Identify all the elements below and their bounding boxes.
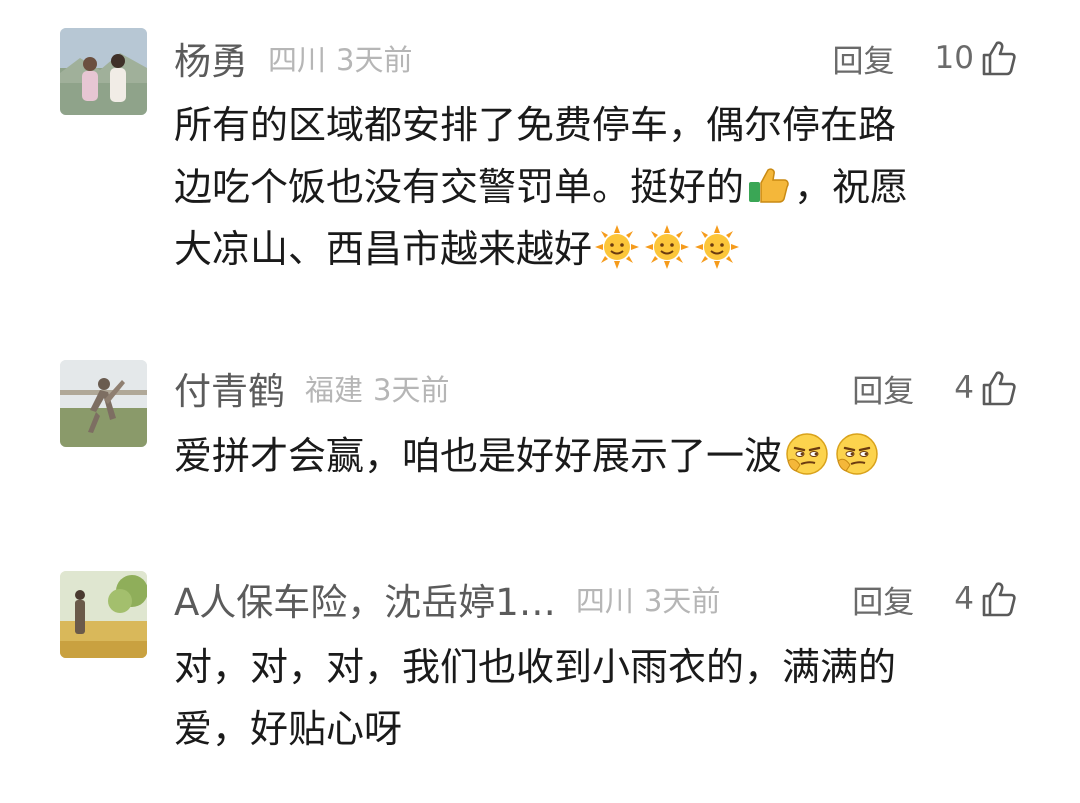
comment-item: A人保车险，沈岳婷1… 四川 3天前 回复 4 对，对，对，我们也收到小雨衣的，… <box>0 545 1080 803</box>
timestamp: 3天前 <box>373 373 450 407</box>
avatar[interactable] <box>60 571 147 658</box>
comment-text: 对，对，对，我们也收到小雨衣的，满满的 爱，好贴心呀 <box>174 636 1010 760</box>
reply-button[interactable]: 回复 <box>833 36 895 81</box>
comment-text-line: 边吃个饭也没有交警罚单。挺好的 ，祝愿 <box>174 156 1010 218</box>
reply-button[interactable]: 回复 <box>852 577 914 622</box>
location-label: 四川 <box>575 584 634 618</box>
comment-item: 杨勇 四川 3天前 回复 10 所有的区域都安排了免费停车，偶尔停在路 边吃个饭… <box>0 0 1080 300</box>
sun-emoji <box>644 224 690 270</box>
username[interactable]: A人保车险，沈岳婷1… <box>174 572 556 626</box>
comment-text-line: 爱，好贴心呀 <box>174 707 403 751</box>
smirk-face-emoji <box>834 431 880 477</box>
comment-text: 爱拼才会赢，咱也是好好展示了一波 <box>174 425 1010 487</box>
comment-meta: 杨勇 四川 3天前 回复 10 <box>174 33 1018 83</box>
sun-emoji <box>694 224 740 270</box>
comment-text-line: 对，对，对，我们也收到小雨衣的，满满的 <box>174 645 897 689</box>
avatar-image <box>60 571 147 658</box>
like-count: 4 <box>954 581 974 617</box>
like-count: 4 <box>954 370 974 406</box>
comment-meta: A人保车险，沈岳婷1… 四川 3天前 回复 4 <box>174 574 1018 624</box>
sun-emoji <box>594 224 640 270</box>
avatar-image <box>60 360 147 447</box>
comment-text: 所有的区域都安排了免费停车，偶尔停在路 边吃个饭也没有交警罚单。挺好的 ，祝愿 大… <box>174 94 1010 280</box>
timestamp: 3天前 <box>336 43 413 77</box>
thumbs-up-outline-icon[interactable] <box>978 368 1018 408</box>
username[interactable]: 杨勇 <box>174 31 248 85</box>
thumbs-up-emoji <box>746 162 792 208</box>
avatar[interactable] <box>60 28 147 115</box>
like-count: 10 <box>934 40 974 76</box>
thumbs-up-outline-icon[interactable] <box>978 38 1018 78</box>
comment-text-line: 爱拼才会赢，咱也是好好展示了一波 <box>174 425 1010 487</box>
comment-text-line: 所有的区域都安排了免费停车，偶尔停在路 <box>174 103 897 147</box>
username[interactable]: 付青鹤 <box>174 361 285 415</box>
avatar[interactable] <box>60 360 147 447</box>
comment-item: 付青鹤 福建 3天前 回复 4 爱拼才会赢，咱也是好好展示了一波 <box>0 330 1080 530</box>
avatar-image <box>60 28 147 115</box>
reply-button[interactable]: 回复 <box>852 366 914 411</box>
location-label: 四川 <box>268 43 327 77</box>
comment-text-line: 大凉山、西昌市越来越好 <box>174 218 1010 280</box>
location-label: 福建 <box>305 373 364 407</box>
thumbs-up-outline-icon[interactable] <box>978 579 1018 619</box>
comment-meta: 付青鹤 福建 3天前 回复 4 <box>174 363 1018 413</box>
smirk-face-emoji <box>784 431 830 477</box>
timestamp: 3天前 <box>643 584 721 618</box>
